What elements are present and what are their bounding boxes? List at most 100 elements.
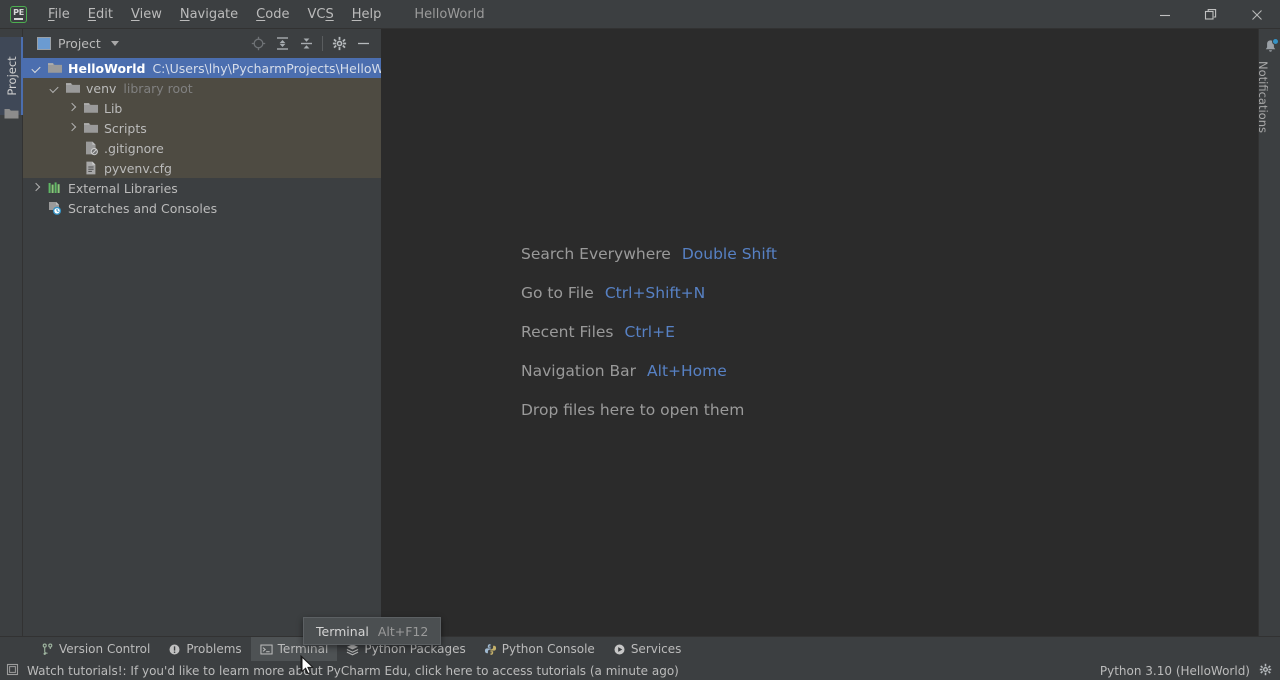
- editor-hint-row: Go to File Ctrl+Shift+N: [521, 273, 777, 312]
- notification-badge: [1272, 38, 1279, 45]
- chevron-right-icon[interactable]: [67, 123, 78, 134]
- menu-view[interactable]: View: [122, 4, 171, 25]
- folder-icon: [48, 63, 62, 73]
- window-controls: [1142, 0, 1280, 29]
- tool-window-button-label: Python Console: [501, 642, 595, 656]
- tree-node-external-libraries[interactable]: External Libraries: [23, 178, 381, 198]
- services-icon: [614, 643, 625, 655]
- minimize-icon[interactable]: [1142, 0, 1188, 29]
- python-icon: [484, 643, 496, 655]
- locate-icon[interactable]: [246, 32, 270, 56]
- tree-node-label: venv: [86, 80, 117, 96]
- editor-hint-label: Go to File: [521, 283, 594, 302]
- pycharm-window: PE File Edit View Navigate Code VCS Help…: [0, 0, 1280, 680]
- toolbar-divider: [322, 36, 323, 51]
- tooltip-label: Terminal: [316, 623, 369, 639]
- window-title: HelloWorld: [414, 6, 485, 22]
- tooltip-shortcut: Alt+F12: [377, 623, 429, 639]
- project-panel-toolbar: [246, 29, 375, 58]
- terminal-icon: [260, 644, 273, 654]
- status-bar-right: Python 3.10 (HelloWorld): [1100, 661, 1272, 680]
- project-tree: HelloWorld C:\Users\lhy\PycharmProjects\H…: [23, 58, 381, 636]
- tree-node-label: .gitignore: [104, 140, 164, 156]
- tool-window-button-label: Services: [630, 642, 682, 656]
- gear-icon[interactable]: [327, 32, 351, 56]
- scratches-icon: [49, 202, 62, 215]
- folder-icon: [84, 103, 98, 113]
- tree-node-label: External Libraries: [68, 180, 178, 196]
- editor-hint-row: Drop files here to open them: [521, 390, 777, 429]
- app-logo-icon: PE: [10, 5, 27, 23]
- tree-node-gitignore[interactable]: .gitignore: [23, 138, 381, 158]
- menu-help[interactable]: Help: [343, 4, 391, 25]
- app-logo-underline: [14, 18, 23, 20]
- tree-node-label: Lib: [104, 100, 123, 116]
- folder-icon: [4, 107, 19, 120]
- chevron-right-icon[interactable]: [67, 103, 78, 114]
- stripe-tab-project[interactable]: Project: [0, 37, 23, 115]
- expand-all-icon[interactable]: [270, 32, 294, 56]
- editor-hint-shortcut: Double Shift: [681, 244, 777, 263]
- tree-node-label: pyvenv.cfg: [104, 160, 172, 176]
- tree-node-label: HelloWorld: [68, 60, 146, 76]
- menu-vcs[interactable]: VCS: [298, 4, 342, 25]
- project-tool-window: Project HelloWorld C:\Users\lhy\PycharmP…: [23, 29, 381, 636]
- problems-icon: [169, 643, 180, 655]
- tool-window-button-version-control[interactable]: Version Control: [32, 637, 159, 662]
- editor-hint-shortcut: Alt+Home: [647, 361, 727, 380]
- status-message[interactable]: Watch tutorials!: If you'd like to learn…: [27, 664, 679, 678]
- terminal-tooltip: Terminal Alt+F12: [303, 617, 442, 645]
- chevron-down-icon[interactable]: [49, 83, 60, 94]
- editor-hint-label: Navigation Bar: [521, 361, 637, 380]
- editor-hint-shortcut: Ctrl+Shift+N: [604, 283, 706, 302]
- tree-node-scripts[interactable]: Scripts: [23, 118, 381, 138]
- interpreter-status[interactable]: Python 3.10 (HelloWorld): [1100, 664, 1250, 678]
- close-icon[interactable]: [1234, 0, 1280, 29]
- tree-node-venv[interactable]: venv library root: [23, 78, 381, 98]
- tree-node-sublabel: library root: [123, 80, 193, 96]
- tree-node-pyvenv-cfg[interactable]: pyvenv.cfg: [23, 158, 381, 178]
- editor-hint-row: Recent Files Ctrl+E: [521, 312, 777, 351]
- chevron-down-icon[interactable]: [110, 41, 119, 46]
- editor-hint-label: Drop files here to open them: [521, 400, 745, 419]
- folder-icon: [84, 123, 98, 133]
- app-logo-text: PE: [13, 8, 24, 18]
- menu-navigate[interactable]: Navigate: [171, 4, 247, 25]
- branch-icon: [42, 643, 53, 655]
- menu-edit[interactable]: Edit: [79, 4, 122, 25]
- chevron-down-icon[interactable]: [31, 63, 42, 74]
- folder-icon: [66, 83, 80, 93]
- tool-window-button-python-console[interactable]: Python Console: [475, 637, 604, 662]
- restore-icon[interactable]: [1188, 0, 1234, 29]
- menu-file[interactable]: File: [39, 4, 79, 25]
- tree-node-helloworld[interactable]: HelloWorld C:\Users\lhy\PycharmProjects\H…: [23, 58, 381, 78]
- project-tree-rows: HelloWorld C:\Users\lhy\PycharmProjects\H…: [23, 58, 381, 218]
- tool-window-button-problems[interactable]: Problems: [159, 637, 250, 662]
- title-bar: PE File Edit View Navigate Code VCS Help…: [0, 0, 1280, 29]
- left-tool-stripe: Project: [0, 29, 23, 649]
- right-tool-stripe: Notifications: [1256, 29, 1280, 649]
- editor-hint-shortcut: Ctrl+E: [624, 322, 675, 341]
- project-view-icon: [37, 37, 51, 50]
- editor-hint-label: Search Everywhere: [521, 244, 671, 263]
- editor-empty-area[interactable]: Search Everywhere Double Shift Go to File C…: [381, 29, 1258, 636]
- hide-icon[interactable]: [351, 32, 375, 56]
- event-log-icon[interactable]: [6, 661, 19, 680]
- tree-node-label: Scripts: [104, 120, 147, 136]
- menu-code[interactable]: Code: [247, 4, 298, 25]
- external-libraries-icon: [48, 182, 60, 193]
- collapse-all-icon[interactable]: [294, 32, 318, 56]
- bottom-tool-window-bar: Version Control Problems Terminal Python Pa…: [0, 636, 1280, 662]
- editor-hint-row: Navigation Bar Alt+Home: [521, 351, 777, 390]
- tool-window-button-services[interactable]: Services: [604, 637, 691, 662]
- editor-hint-row: Search Everywhere Double Shift: [521, 234, 777, 273]
- tree-node-scratches-and-consoles[interactable]: Scratches and Consoles: [23, 198, 381, 218]
- status-bar: Watch tutorials!: If you'd like to learn…: [0, 661, 1280, 680]
- tree-node-sublabel: C:\Users\lhy\PycharmProjects\HelloWorld: [152, 60, 381, 76]
- tree-node-lib[interactable]: Lib: [23, 98, 381, 118]
- gear-icon[interactable]: [1259, 661, 1272, 680]
- chevron-right-icon[interactable]: [31, 183, 42, 194]
